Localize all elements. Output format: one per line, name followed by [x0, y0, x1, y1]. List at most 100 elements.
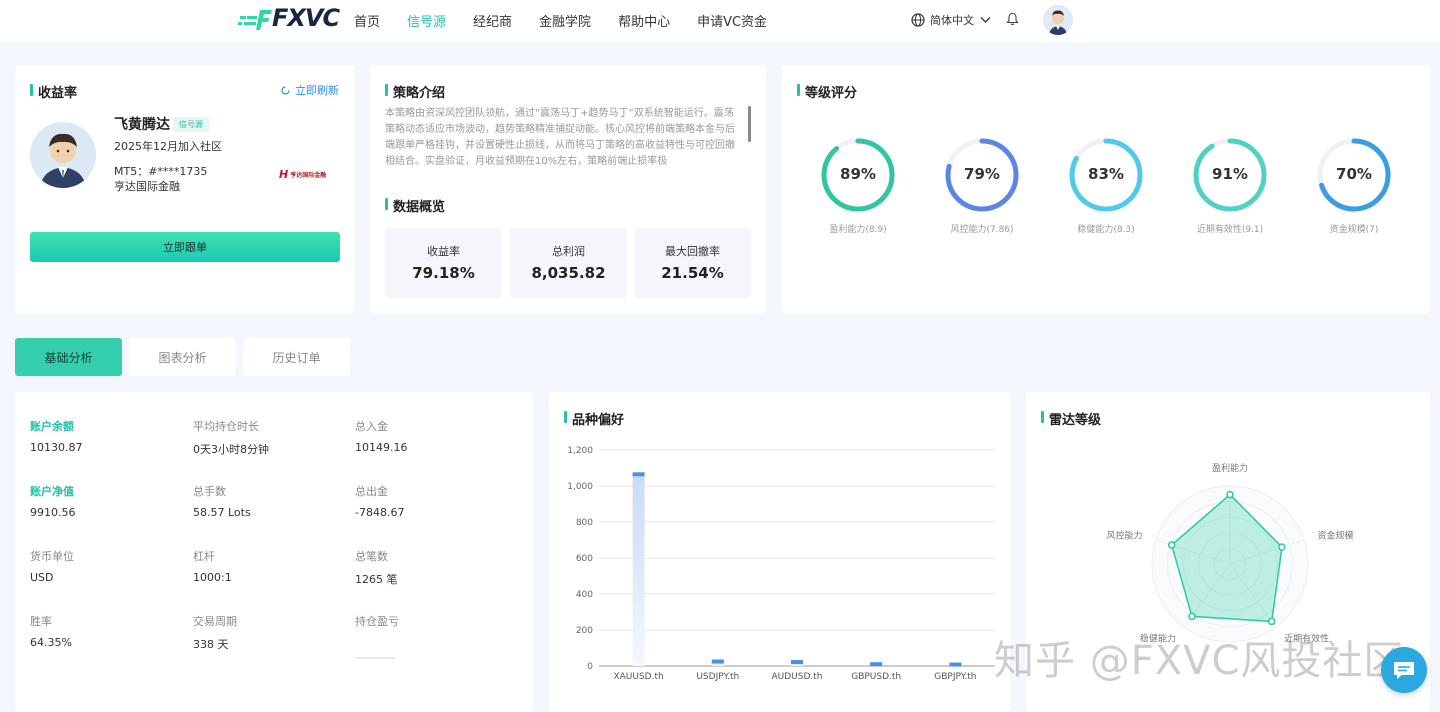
account-stat-value: 1265 笔 [355, 573, 398, 586]
tab-basic-analysis[interactable]: 基础分析 [15, 338, 122, 376]
main-nav: 首页 信号源 经纪商 金融学院 帮助中心 申请VC资金 [354, 11, 794, 30]
tab-order-history[interactable]: 历史订单 [243, 338, 350, 376]
radar-point[interactable] [1188, 612, 1196, 621]
language-label: 简体中文 [930, 14, 974, 27]
x-tick-label: USDJPY.th [696, 672, 739, 682]
y-tick-label: 400 [576, 590, 593, 600]
nav-signals[interactable]: 信号源 [407, 11, 446, 30]
grade-ring: 89% [820, 137, 896, 213]
grade-ring: 79% [944, 137, 1020, 213]
floating-pnl-placeholder [355, 657, 395, 659]
grade-ring: 70% [1316, 137, 1392, 213]
tab-chart-analysis[interactable]: 图表分析 [129, 338, 236, 376]
y-tick-label: 0 [587, 662, 593, 672]
bar[interactable] [632, 472, 645, 477]
logo-text[interactable]: FXVC [272, 4, 340, 32]
ring-value: 91% [1212, 165, 1248, 183]
account-stat-value: 0天3小时8分钟 [193, 443, 269, 456]
top-header: FXVC 首页 信号源 经纪商 金融学院 帮助中心 申请VC资金 简体中文 [0, 0, 1440, 42]
radar-indicator-label: 资金规模 [1317, 530, 1353, 542]
account-stat-value: 64.35% [30, 636, 72, 649]
account-stat-label: 总笔数 [355, 550, 388, 563]
nav-home[interactable]: 首页 [354, 11, 380, 30]
radar-point[interactable] [1167, 541, 1176, 549]
y-tick-label: 200 [576, 626, 593, 636]
ring-label: 风控能力(7.86) [950, 225, 1014, 235]
account-stat-label: 货币单位 [30, 550, 74, 563]
refresh-icon [281, 85, 290, 95]
y-tick-label: 600 [576, 554, 593, 564]
radar-point[interactable] [1278, 543, 1286, 551]
trader-avatar [30, 122, 96, 188]
x-tick-label: XAUUSD.th [613, 672, 663, 682]
account-stat-label: 交易周期 [193, 615, 237, 628]
follow-button[interactable]: 立即跟单 [30, 232, 340, 262]
account-stat-value: 10149.16 [355, 441, 408, 454]
stat-drawdown: 最大回撤率 21.54% [634, 228, 751, 298]
grade-section-title: 等级评分 [797, 82, 857, 101]
nav-brokers[interactable]: 经纪商 [473, 11, 512, 30]
stat-label: 总利润 [552, 245, 585, 258]
symbol-preference-card: 品种偏好 0 200 400 600 800 1,000 1,200 XAUUSD.th USD… [549, 392, 1010, 712]
ring-label: 资金规模(7) [1329, 225, 1379, 235]
account-stat-label: 持仓盈亏 [355, 615, 399, 628]
strategy-description: 本策略由资深风控团队领航，通过“震荡马丁+趋势马丁”双系统智能运行。震荡策略动态… [385, 108, 735, 167]
refresh-label: 立即刷新 [295, 84, 339, 97]
nav-academy[interactable]: 金融学院 [539, 11, 591, 30]
stat-label: 最大回撤率 [665, 245, 720, 258]
bar[interactable] [949, 662, 962, 667]
account-stat-label: 账户余额 [30, 420, 74, 433]
profile-card: 收益率 立即刷新 飞黄腾达 信号源 2025年12月加入社区 MT5：#****… [15, 65, 354, 314]
stat-value: 8,035.82 [531, 264, 606, 282]
account-stats-card: 账户余额 10130.87 平均持仓时长 0天3小时8分钟 总入金 10149.16 账户净… [15, 392, 533, 712]
radar-point[interactable] [1226, 490, 1234, 499]
nav-apply-vc[interactable]: 申请VC资金 [697, 11, 767, 30]
y-tick-label: 1,200 [567, 446, 593, 456]
user-avatar[interactable] [1043, 5, 1073, 35]
strategy-section-title: 策略介绍 [385, 82, 445, 101]
bar-shadow [632, 474, 645, 666]
grade-card: 等级评分 89% 盈利能力(8.9) 79% 风控能力(7.86) 83% 稳健能力(8.… [782, 65, 1430, 314]
account-stat-value: 58.57 Lots [193, 506, 251, 519]
description-scrollbar[interactable] [748, 106, 751, 142]
x-tick-label: AUDUSD.th [772, 672, 823, 682]
account-stat-value: USD [30, 571, 54, 584]
stat-label: 收益率 [427, 245, 460, 258]
refresh-button[interactable]: 立即刷新 [280, 82, 339, 98]
broker-logo: H 亨达国际金融 [279, 168, 326, 181]
ring-value: 79% [964, 165, 1000, 183]
x-tick-label: GBPJPY.th [934, 672, 976, 682]
account-stat-label: 总出金 [355, 485, 388, 498]
grade-ring: 91% [1192, 137, 1268, 213]
account-stat-label: 胜率 [30, 615, 52, 628]
radar-point[interactable] [1267, 617, 1276, 626]
symbol-bar-chart: 0 200 400 600 800 1,000 1,200 XAUUSD.th USDJPY.t… [567, 446, 995, 682]
bar[interactable] [791, 660, 803, 665]
account-stat-label: 杠杆 [193, 550, 215, 563]
ring-label: 盈利能力(8.9) [829, 225, 887, 235]
ring-value: 83% [1088, 165, 1124, 183]
nav-help[interactable]: 帮助中心 [618, 11, 670, 30]
broker-logo-mark: H [279, 168, 289, 181]
broker-logo-text: 亨达国际金融 [290, 172, 327, 179]
ring-label: 近期有效性(9.1) [1196, 225, 1264, 235]
broker-name: 亨达国际金融 [114, 180, 180, 193]
trader-name: 飞黄腾达 [114, 117, 170, 133]
bell-icon[interactable] [1006, 12, 1019, 26]
y-tick-label: 1,000 [567, 482, 593, 492]
globe-icon [911, 13, 925, 27]
ring-label: 稳健能力(8.3) [1077, 225, 1135, 235]
stat-return: 收益率 79.18% [385, 228, 502, 298]
account-stat-value: 1000:1 [193, 571, 232, 584]
account-stat-value: 10130.87 [30, 441, 83, 454]
account-stat-label: 总入金 [355, 420, 388, 433]
language-selector[interactable]: 简体中文 [911, 12, 996, 28]
account-stat-label: 平均持仓时长 [193, 420, 259, 433]
bar[interactable] [711, 659, 724, 664]
y-tick-label: 800 [576, 518, 593, 528]
stat-value: 21.54% [661, 264, 724, 282]
chevron-down-icon [980, 17, 991, 23]
bar[interactable] [870, 662, 883, 667]
chat-button[interactable] [1381, 647, 1427, 693]
mt5-account: MT5：#****1735 [114, 165, 208, 178]
